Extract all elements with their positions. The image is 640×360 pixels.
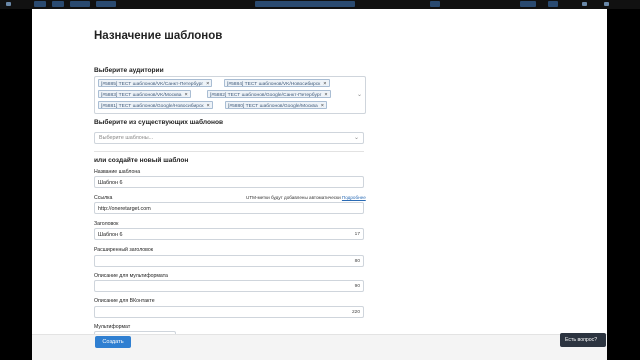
browser-top-strip [0,0,640,9]
toolbar-block [70,1,90,7]
audience-tag: [#5885] ТЕСТ шаблонов/VK/Санкт-Петербург… [98,79,213,87]
toolbar-block [548,1,558,7]
close-icon[interactable]: × [207,103,210,109]
chevron-down-icon[interactable]: ⌄ [357,91,362,98]
audience-tag-label: [#5882] ТЕСТ шаблонов/Google/Санкт-Петер… [210,93,322,98]
section-divider [94,151,364,152]
audience-tag: [#5884] ТЕСТ шаблонов/VK/Новосибирск × [224,79,330,87]
audience-tag-label: [#5885] ТЕСТ шаблонов/VK/Санкт-Петербург [101,82,204,87]
template-name-value: Шаблон 6 [98,179,123,186]
toolbar-block [34,1,46,7]
audience-tag-label: [#5884] ТЕСТ шаблонов/VK/Новосибирск [227,82,321,87]
title-counter: 17 [354,232,360,237]
multiformat-description-label: Описание для мультиформата [94,273,168,279]
close-icon[interactable]: × [323,81,326,87]
toolbar-block [520,1,536,7]
close-icon[interactable]: × [324,92,327,98]
window-menu-icon[interactable] [6,2,11,6]
select-placeholder: Выберите шаблоны... [99,135,154,141]
utm-note-text: UTM-метки будут добавлены автоматически [246,195,341,200]
address-bar[interactable] [255,1,355,7]
audience-tag: [#5882] ТЕСТ шаблонов/Google/Санкт-Петер… [207,90,331,98]
extended-title-counter: 80 [354,259,360,264]
close-icon[interactable]: × [184,92,187,98]
template-name-label: Название шаблона [94,169,141,175]
toolbar-icon[interactable] [604,2,609,6]
existing-templates-select[interactable]: Выберите шаблоны... ⌄ [94,132,364,144]
multiformat-description-counter: 90 [354,284,360,289]
toolbar-icon[interactable] [582,2,587,6]
new-template-heading: или создайте новый шаблон [94,157,189,164]
chevron-down-icon: ⌄ [353,135,359,141]
audience-tag-label: [#5880] ТЕСТ шаблонов/Google/Москва [228,104,318,109]
audience-label: Выберите аудитории [94,67,164,74]
utm-note: UTM-метки будут добавлены автоматически … [246,195,366,200]
template-name-input[interactable]: Шаблон 6 [94,176,364,188]
existing-templates-label: Выберите из существующих шаблонов [94,119,224,126]
audience-tag: [#5881] ТЕСТ шаблонов/Google/Новосибирск… [98,101,213,109]
link-value: http://oneretarget.com [98,205,151,212]
content-page: Назначение шаблонов Выберите аудитории [… [32,9,607,360]
audience-tag-label: [#5883] ТЕСТ шаблонов/VK/Москва [101,93,182,98]
utm-more-link[interactable]: Подробнее [342,195,366,200]
extended-title-input[interactable]: 80 [94,255,364,267]
toolbar-block [52,1,64,7]
page-title: Назначение шаблонов [94,30,223,42]
help-question-tab[interactable]: Есть вопрос? [560,333,606,347]
toolbar-block [430,1,440,7]
audience-tag: [#5883] ТЕСТ шаблонов/VK/Москва × [98,90,191,98]
vk-description-input[interactable]: 220 [94,306,364,318]
title-value: Шаблон 6 [98,231,123,238]
multiformat-description-input[interactable]: 90 [94,280,364,292]
create-button[interactable]: Создать [95,336,131,348]
audience-tag: [#5880] ТЕСТ шаблонов/Google/Москва × [225,101,327,109]
audience-multiselect[interactable]: [#5885] ТЕСТ шаблонов/VK/Санкт-Петербург… [94,76,366,114]
title-input[interactable]: Шаблон 6 17 [94,228,364,240]
title-label: Заголовок [94,221,119,227]
vk-description-counter: 220 [351,310,360,315]
audience-tag-label: [#5881] ТЕСТ шаблонов/Google/Новосибирск [101,104,204,109]
link-label: Ссылка [94,195,113,201]
close-icon[interactable]: × [321,103,324,109]
toolbar-block [96,1,116,7]
extended-title-label: Расширенный заголовок [94,247,154,253]
vk-description-label: Описание для ВКонтакте [94,298,155,304]
link-input[interactable]: http://oneretarget.com [94,202,364,214]
close-icon[interactable]: × [206,81,209,87]
multiformat-label: Мультиформат [94,324,131,330]
